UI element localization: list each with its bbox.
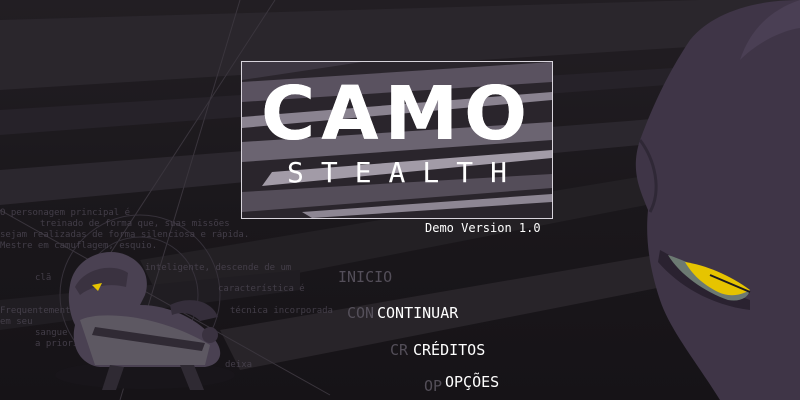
game-logo: CAMO STEALTH <box>241 61 553 219</box>
crouching-ninja-creature <box>55 252 235 390</box>
menu-options-button[interactable]: OPÇÕES <box>445 373 499 391</box>
version-label: Demo Version 1.0 <box>425 221 541 235</box>
menu-ghost-creditos: CR <box>390 341 409 359</box>
menu-credits-button[interactable]: CRÉDITOS <box>413 341 485 359</box>
logo-subtitle: STEALTH <box>286 156 524 189</box>
lore-line: em seu <box>0 317 33 327</box>
logo-title: CAMO <box>260 71 534 157</box>
title-screen: O personagem principal é treinado de for… <box>0 0 800 400</box>
version-text: Demo Version 1.0 <box>425 221 541 235</box>
monster-face <box>635 0 800 400</box>
lore-line: O personagem principal é <box>0 208 131 218</box>
menu-ghost-inicio: INICIO <box>338 268 393 286</box>
menu-ghost-continuar: CON <box>347 304 375 322</box>
menu-continue-button[interactable]: CONTINUAR <box>377 304 458 322</box>
menu-ghost-opcoes: OP <box>424 377 443 395</box>
